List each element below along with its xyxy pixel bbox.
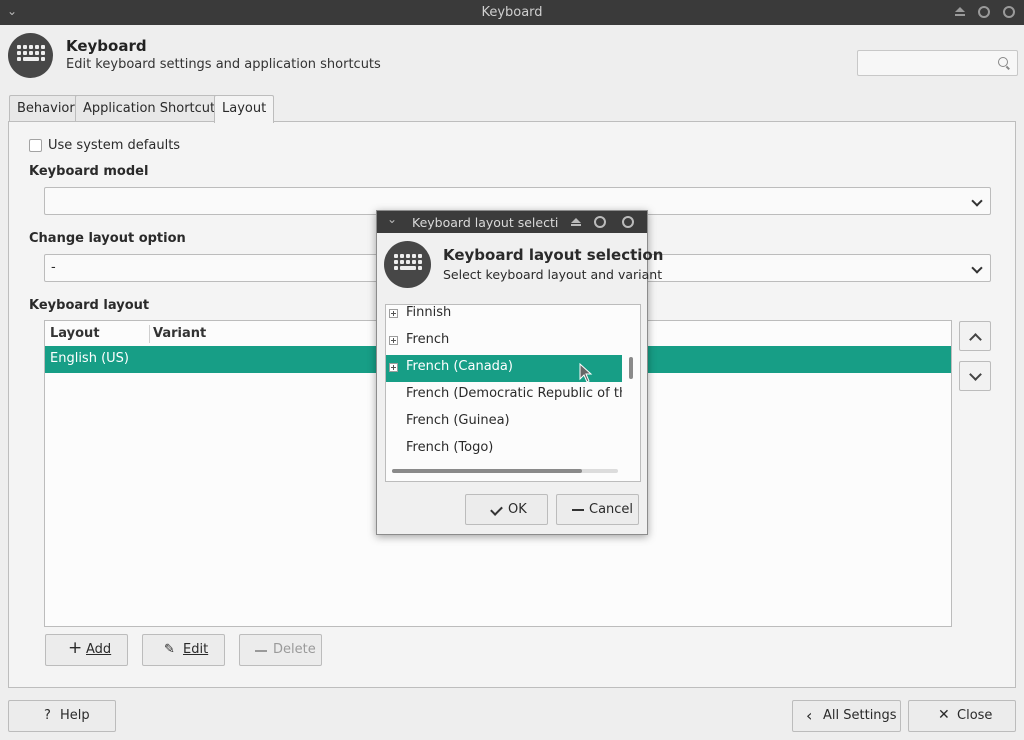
shade-icon[interactable] <box>571 218 581 227</box>
keyboard-app-icon <box>8 33 53 78</box>
keyboard-model-label: Keyboard model <box>29 164 149 179</box>
expand-icon[interactable] <box>389 309 398 318</box>
search-icon <box>998 57 1008 67</box>
dialog-menu-icon[interactable]: ⌄ <box>387 212 397 226</box>
chevron-left-icon: ‹ <box>806 706 813 725</box>
close-icon: ✕ <box>938 707 950 723</box>
dialog-subtitle: Select keyboard layout and variant <box>443 267 663 282</box>
shade-icon[interactable] <box>954 7 966 17</box>
chevron-down-icon <box>971 262 983 274</box>
list-item-label: French (Togo) <box>406 440 494 455</box>
use-system-defaults-label[interactable]: Use system defaults <box>48 138 180 153</box>
help-icon: ? <box>44 708 51 723</box>
help-button-label: Help <box>60 708 90 723</box>
app-title: Keyboard <box>66 37 147 55</box>
add-button-label: Add <box>86 642 112 657</box>
cancel-button[interactable]: Cancel <box>556 494 639 525</box>
vertical-scrollbar-thumb[interactable] <box>629 357 633 379</box>
layout-tree[interactable]: Finnish French French (Canada) French (D… <box>385 304 641 482</box>
list-item-label: Finnish <box>406 305 452 320</box>
tab-behavior[interactable]: Behavior <box>9 95 83 122</box>
column-separator <box>149 325 150 343</box>
horizontal-scrollbar[interactable] <box>392 469 618 473</box>
maximize-icon[interactable] <box>594 216 606 228</box>
list-item[interactable]: Finnish <box>386 305 622 328</box>
delete-button[interactable]: Delete <box>239 634 322 666</box>
title-bar: ⌄ Keyboard <box>0 0 1024 25</box>
dialog-title-bar: ⌄ Keyboard layout selection <box>377 211 647 233</box>
close-window-icon[interactable] <box>622 216 634 228</box>
edit-button-label: Edit <box>183 642 209 657</box>
close-button[interactable]: ✕ Close <box>908 700 1016 732</box>
expand-icon[interactable] <box>389 336 398 345</box>
move-up-button[interactable] <box>959 321 991 351</box>
ok-button[interactable]: OK <box>465 494 548 525</box>
keyboard-layout-selection-dialog: ⌄ Keyboard layout selection Keyboard lay… <box>376 210 663 535</box>
edit-button[interactable]: ✎ Edit <box>142 634 225 666</box>
chevron-down-icon <box>971 195 983 207</box>
add-button[interactable]: + Add <box>45 634 128 666</box>
layout-cell: English (US) <box>50 351 129 366</box>
use-system-defaults-checkbox[interactable] <box>29 139 42 152</box>
list-item[interactable]: French (Guinea) <box>386 409 622 436</box>
list-item-label: French (Guinea) <box>406 413 510 428</box>
maximize-icon[interactable] <box>978 6 990 18</box>
pencil-icon: ✎ <box>164 642 175 657</box>
tab-application-shortcuts[interactable]: Application Shortcuts <box>75 95 230 122</box>
column-header-variant[interactable]: Variant <box>153 326 206 341</box>
help-button[interactable]: ? Help <box>8 700 116 732</box>
minus-icon <box>572 509 584 511</box>
vertical-scrollbar[interactable] <box>629 309 633 465</box>
close-button-label: Close <box>957 708 993 723</box>
expand-icon[interactable] <box>389 363 398 372</box>
dialog-title: Keyboard layout selection <box>443 246 664 264</box>
list-item[interactable]: French (Democratic Republic of the Congo… <box>386 382 622 409</box>
list-item-label: French <box>406 332 450 347</box>
change-layout-option-value: - <box>51 260 56 275</box>
check-icon <box>490 503 503 516</box>
app-subtitle: Edit keyboard settings and application s… <box>66 57 381 72</box>
ok-button-label: OK <box>508 502 527 517</box>
list-item-label: French (Democratic Republic of the Congo… <box>406 386 622 401</box>
tab-layout[interactable]: Layout <box>214 95 275 123</box>
chevron-up-icon <box>969 333 982 346</box>
search-input[interactable] <box>857 50 1018 76</box>
change-layout-option-label: Change layout option <box>29 231 186 246</box>
close-window-icon[interactable] <box>1003 6 1015 18</box>
cancel-button-label: Cancel <box>589 502 634 517</box>
all-settings-button[interactable]: ‹ All Settings <box>792 700 901 732</box>
all-settings-button-label: All Settings <box>823 708 897 723</box>
move-down-button[interactable] <box>959 361 991 391</box>
keyboard-layout-label: Keyboard layout <box>29 298 150 313</box>
window-title: Keyboard <box>481 5 543 20</box>
column-header-layout[interactable]: Layout <box>50 326 100 341</box>
list-item[interactable]: French <box>386 328 622 355</box>
list-item-label: French (Canada) <box>406 359 513 374</box>
delete-button-label: Delete <box>273 642 316 657</box>
chevron-down-icon <box>969 368 982 381</box>
plus-icon: + <box>68 638 83 658</box>
keyboard-icon <box>384 241 431 288</box>
minus-icon <box>255 650 267 652</box>
list-item[interactable]: French (Togo) <box>386 436 622 463</box>
dialog-window-title: Keyboard layout selection <box>412 215 559 230</box>
horizontal-scrollbar-thumb[interactable] <box>392 469 582 473</box>
